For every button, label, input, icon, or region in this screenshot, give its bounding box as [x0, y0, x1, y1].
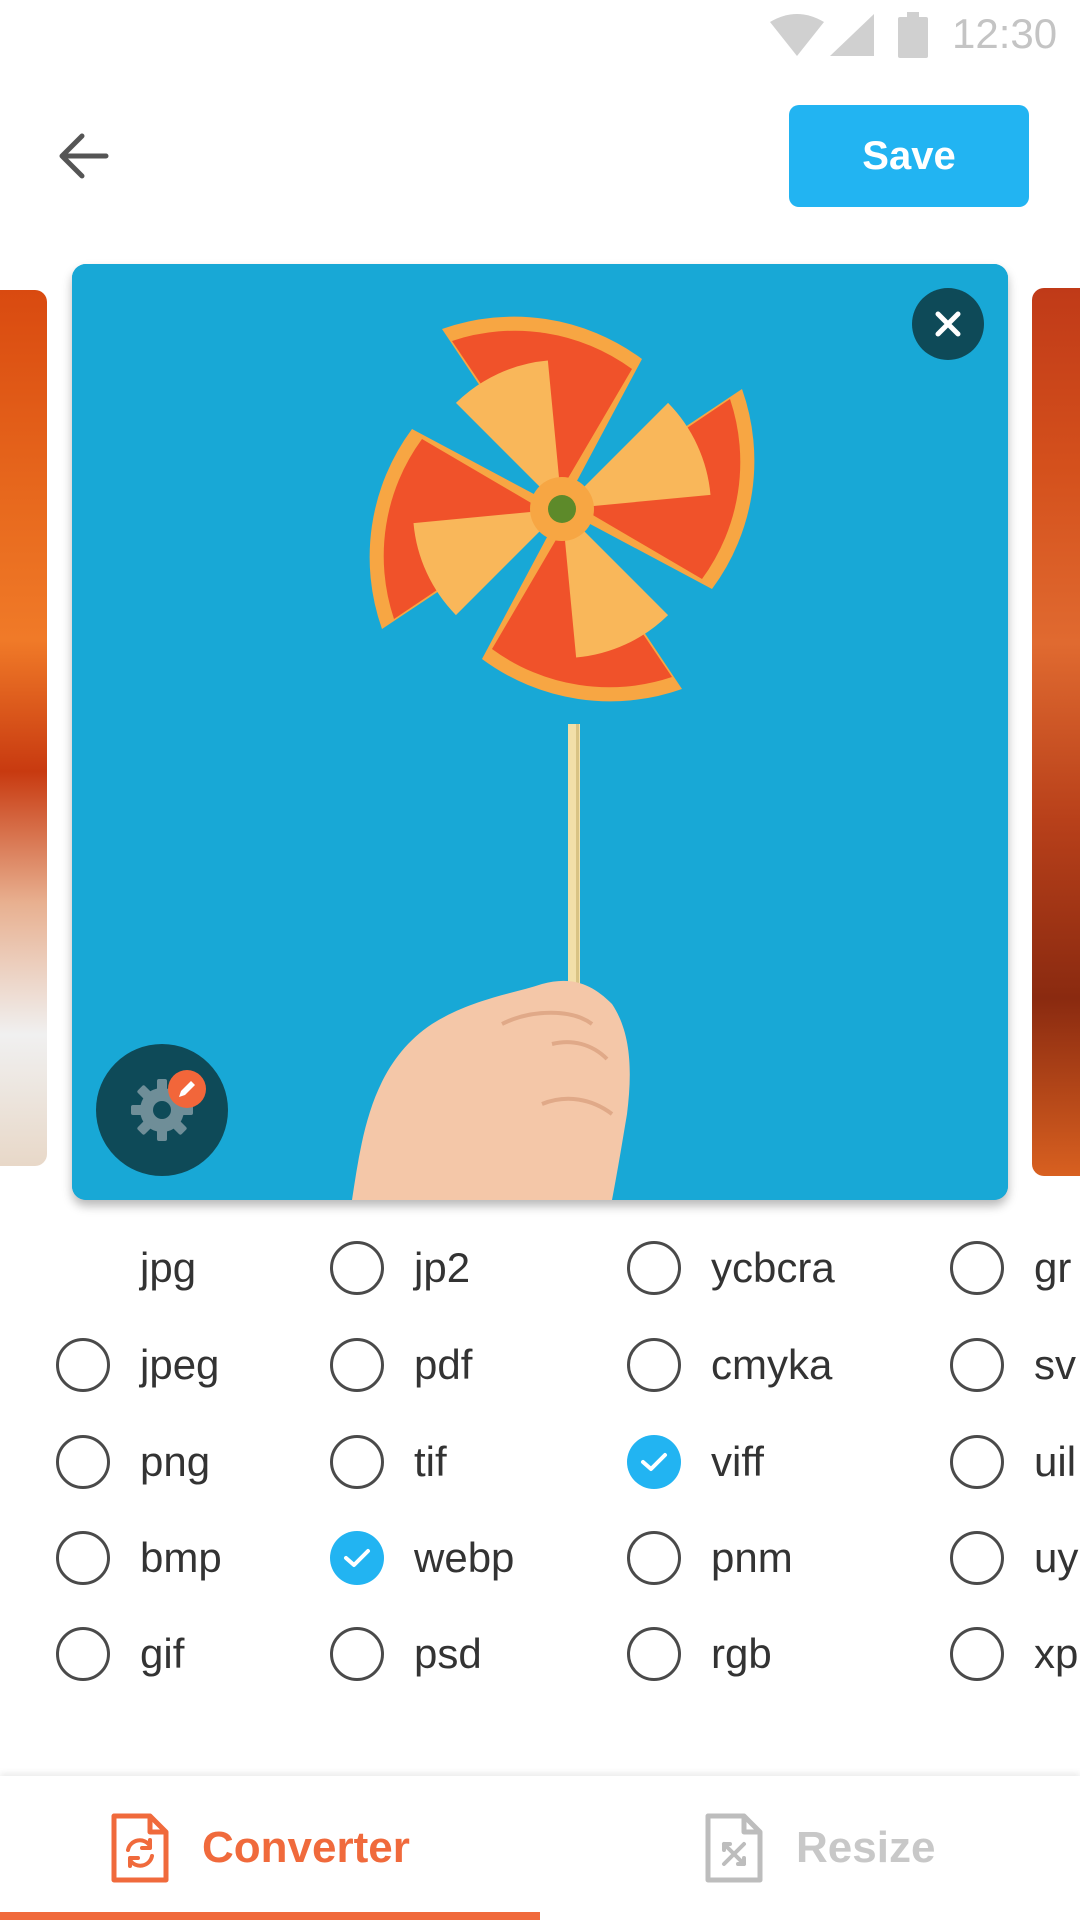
- radio-unchecked[interactable]: [950, 1435, 1004, 1489]
- remove-image-button[interactable]: [912, 288, 984, 360]
- active-tab-indicator: [0, 1912, 540, 1920]
- format-option-uy[interactable]: uy: [950, 1523, 1078, 1593]
- format-option-png[interactable]: png: [56, 1427, 210, 1497]
- format-option-ycbcra[interactable]: ycbcra: [627, 1233, 835, 1303]
- format-label: xp: [1034, 1630, 1079, 1677]
- format-option-bmp[interactable]: bmp: [56, 1523, 222, 1593]
- format-label: cmyka: [711, 1341, 833, 1388]
- format-label: jpg: [140, 1244, 197, 1291]
- radio-unchecked[interactable]: [330, 1241, 384, 1295]
- close-icon: [935, 311, 961, 337]
- arrow-left-icon: [59, 133, 109, 179]
- radio-unchecked[interactable]: [56, 1531, 110, 1585]
- back-button[interactable]: [48, 124, 118, 188]
- format-option-jp2[interactable]: jp2: [330, 1233, 470, 1303]
- format-option-cmyka[interactable]: cmyka: [627, 1330, 832, 1400]
- bottom-navigation: Converter Resize: [0, 1776, 1080, 1920]
- radio-unchecked[interactable]: [627, 1338, 681, 1392]
- format-label: sv: [1034, 1341, 1076, 1388]
- next-image-card[interactable]: [1032, 288, 1080, 1176]
- save-button[interactable]: Save: [789, 105, 1029, 207]
- format-label: pnm: [711, 1534, 793, 1581]
- radio-unchecked[interactable]: [950, 1531, 1004, 1585]
- format-label: gif: [140, 1630, 185, 1677]
- radio-checked[interactable]: [627, 1435, 681, 1489]
- format-option-pdf[interactable]: pdf: [330, 1330, 472, 1400]
- format-option-gr[interactable]: gr: [950, 1233, 1071, 1303]
- radio-unchecked[interactable]: [950, 1241, 1004, 1295]
- radio-unchecked[interactable]: [56, 1627, 110, 1681]
- edit-badge: [168, 1070, 206, 1108]
- file-convert-icon: [111, 1813, 169, 1883]
- current-image-card: [72, 264, 1008, 1200]
- radio-checked[interactable]: [330, 1531, 384, 1585]
- format-label: gr: [1034, 1244, 1072, 1291]
- radio-unchecked[interactable]: [330, 1338, 384, 1392]
- format-label: pdf: [414, 1341, 473, 1388]
- format-option-sv[interactable]: sv: [950, 1330, 1076, 1400]
- format-option-psd[interactable]: psd: [330, 1619, 482, 1689]
- pencil-icon: [179, 1081, 195, 1097]
- radio-unchecked[interactable]: [627, 1531, 681, 1585]
- format-label: ycbcra: [711, 1244, 835, 1291]
- tab-converter[interactable]: Converter: [108, 1776, 410, 1920]
- battery-icon: [898, 12, 928, 58]
- format-option-gif[interactable]: gif: [56, 1619, 184, 1689]
- radio-unchecked[interactable]: [627, 1241, 681, 1295]
- radio-unchecked[interactable]: [56, 1338, 110, 1392]
- file-resize-icon: [705, 1813, 763, 1883]
- status-time: 12:30: [952, 10, 1058, 57]
- tab-resize-label: Resize: [796, 1823, 936, 1872]
- signal-icon: [830, 14, 874, 56]
- format-option-xp[interactable]: xp: [950, 1619, 1078, 1689]
- format-label: png: [140, 1438, 211, 1485]
- format-label: jp2: [414, 1244, 471, 1291]
- format-label: tif: [414, 1438, 447, 1485]
- format-label: viff: [711, 1438, 764, 1485]
- radio-unchecked[interactable]: [627, 1627, 681, 1681]
- radio-unchecked[interactable]: [56, 1435, 110, 1489]
- format-option-jpg[interactable]: jpg: [140, 1233, 196, 1303]
- format-label: psd: [414, 1630, 482, 1677]
- tab-resize[interactable]: Resize: [702, 1776, 935, 1920]
- previous-image-card[interactable]: [0, 290, 47, 1166]
- image-settings-button[interactable]: [96, 1044, 228, 1176]
- format-label: rgb: [711, 1630, 772, 1677]
- format-option-uil[interactable]: uil: [950, 1427, 1076, 1497]
- check-icon: [641, 1453, 667, 1471]
- format-option-pnm[interactable]: pnm: [627, 1523, 793, 1593]
- radio-unchecked[interactable]: [330, 1435, 384, 1489]
- wifi-icon: [770, 14, 824, 56]
- radio-unchecked[interactable]: [950, 1338, 1004, 1392]
- format-option-tif[interactable]: tif: [330, 1427, 447, 1497]
- check-icon: [344, 1549, 370, 1567]
- format-label: uil: [1034, 1438, 1077, 1485]
- status-bar: 12:30: [0, 0, 1080, 68]
- format-option-jpeg[interactable]: jpeg: [56, 1330, 219, 1400]
- format-label: webp: [414, 1534, 515, 1581]
- image-preview: [72, 264, 1008, 1200]
- format-label: uy: [1034, 1534, 1079, 1581]
- radio-unchecked[interactable]: [330, 1627, 384, 1681]
- format-label: bmp: [140, 1534, 222, 1581]
- tab-converter-label: Converter: [202, 1823, 410, 1872]
- format-option-webp[interactable]: webp: [330, 1523, 514, 1593]
- format-option-rgb[interactable]: rgb: [627, 1619, 772, 1689]
- format-option-viff[interactable]: viff: [627, 1427, 764, 1497]
- format-label: jpeg: [140, 1341, 220, 1388]
- radio-unchecked[interactable]: [950, 1627, 1004, 1681]
